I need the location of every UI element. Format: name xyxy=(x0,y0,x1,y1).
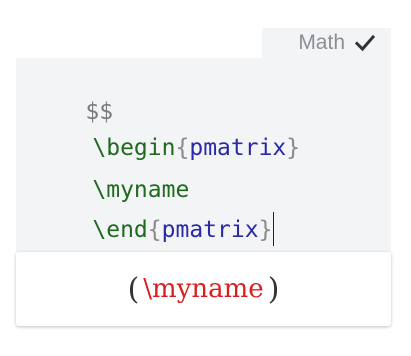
text-cursor xyxy=(273,211,275,246)
latex-code-editor[interactable]: $$ \begin{pmatrix} \myname \end{pmatrix}… xyxy=(16,58,391,281)
math-preview: ( \myname ) xyxy=(16,252,391,326)
undefined-command-error: \myname xyxy=(143,274,264,304)
brace-open: { xyxy=(147,217,162,243)
code-line: $$ xyxy=(30,214,113,281)
code-line: \end{pmatrix} xyxy=(37,176,275,246)
matrix-close-paren: ) xyxy=(267,271,280,307)
math-mode-tag[interactable]: Math xyxy=(262,28,391,58)
matrix-open-paren: ( xyxy=(127,271,140,307)
brace-close: } xyxy=(258,217,273,243)
brace-close: } xyxy=(286,135,301,161)
environment-name: pmatrix xyxy=(189,135,287,161)
environment-name: pmatrix xyxy=(161,217,259,243)
check-icon xyxy=(354,34,376,52)
code-line: $$ xyxy=(30,58,113,125)
math-mode-label: Math xyxy=(298,31,345,54)
code-line: \myname xyxy=(37,136,189,203)
code-line: \begin{pmatrix} xyxy=(37,94,300,161)
